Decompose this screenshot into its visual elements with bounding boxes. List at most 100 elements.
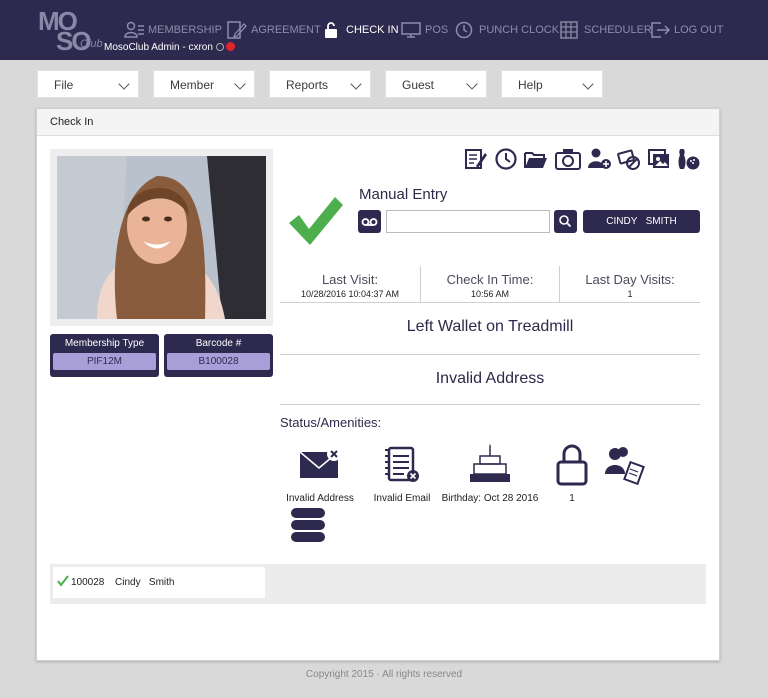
last-day-visits-value: 1 [627, 289, 633, 299]
manual-entry-input[interactable] [386, 210, 550, 233]
nav-membership[interactable]: MEMBERSHIP [124, 20, 222, 40]
menu-file-label: File [54, 78, 74, 92]
menu-reports-label: Reports [286, 78, 329, 92]
nav-membership-label: MEMBERSHIP [148, 24, 222, 36]
last-day-visits-stat: Last Day Visits: 1 [560, 266, 700, 302]
check-icon [57, 575, 69, 587]
member-photo-frame [50, 149, 273, 326]
barcode-scan-button[interactable] [358, 210, 381, 233]
menu-member[interactable]: Member [153, 70, 255, 98]
card-block-icon[interactable] [617, 147, 641, 171]
nav-pos[interactable]: POS [401, 20, 448, 40]
note-divider [280, 404, 700, 405]
pos-monitor-icon [401, 22, 421, 38]
menu-member-label: Member [170, 78, 215, 92]
history-row[interactable]: 100028 Cindy Smith [53, 567, 265, 598]
barcode-value: B100028 [167, 353, 270, 370]
panel-title: Check In [50, 116, 94, 128]
nav-scheduler-label: SCHEDULER [584, 24, 652, 36]
checkin-panel: Check In Membership Type PIF12M Barcode … [36, 108, 720, 661]
bowling-icon[interactable] [676, 147, 700, 171]
checkin-time-label: Check In Time: [446, 272, 534, 287]
last-visit-value: 10/28/2016 10:04:37 AM [300, 289, 400, 299]
member-note-1: Left Wallet on Treadmill [406, 318, 574, 335]
chevron-down-icon [118, 78, 130, 90]
calendar-grid-icon [560, 21, 578, 39]
menu-help[interactable]: Help [501, 70, 603, 98]
search-icon [559, 215, 572, 228]
note-divider [280, 354, 700, 355]
agreement-icon [227, 21, 247, 39]
user-options-icon[interactable] [215, 43, 224, 51]
amenity-locker[interactable]: 1 [547, 442, 597, 504]
copyright-footer: Copyright 2015 · All rights reserved [305, 669, 463, 680]
menu-reports[interactable]: Reports [269, 70, 371, 98]
top-navbar: MO SO Club MosoClub Admin - cxron MEMBER… [0, 0, 768, 60]
clock-icon[interactable] [494, 147, 518, 171]
member-name-button[interactable]: CINDY SMITH [583, 210, 700, 233]
folder-open-icon[interactable] [524, 147, 548, 171]
chevron-down-icon [582, 78, 594, 90]
nav-scheduler[interactable]: SCHEDULER [560, 20, 652, 40]
chevron-down-icon [466, 78, 478, 90]
member-photo-image [57, 156, 266, 319]
menu-file[interactable]: File [37, 70, 139, 98]
action-toolbar [464, 147, 704, 171]
chevron-down-icon [234, 78, 246, 90]
search-button[interactable] [554, 210, 577, 233]
admin-user-text: MosoClub Admin - cxron [104, 42, 213, 53]
logout-icon [651, 22, 670, 38]
menu-help-label: Help [518, 78, 543, 92]
membership-icon [124, 21, 144, 38]
chevron-down-icon [350, 78, 362, 90]
nav-agreement[interactable]: AGREEMENT [227, 20, 321, 40]
amenity-invalid-email[interactable]: Invalid Email [367, 442, 437, 504]
voicemail-icon [361, 218, 378, 226]
checkin-time-value: 10:56 AM [470, 289, 510, 299]
nav-punchclock-label: PUNCH CLOCK [479, 24, 560, 36]
barcode-box: Barcode # B100028 [164, 334, 273, 377]
barcode-label: Barcode # [195, 338, 242, 349]
panel-header: Check In [37, 109, 719, 136]
checkin-history-list: 100028 Cindy Smith [50, 564, 706, 604]
nav-pos-label: POS [425, 24, 449, 36]
lock-icon [556, 444, 588, 486]
visit-stats-row: Last Visit: 10/28/2016 10:04:37 AM Check… [280, 266, 700, 303]
last-day-visits-label: Last Day Visits: [585, 272, 675, 287]
nav-logout[interactable]: LOG OUT [650, 20, 724, 40]
menu-guest[interactable]: Guest [385, 70, 487, 98]
birthday-cake-icon [470, 444, 510, 482]
member-note-2: Invalid Address [435, 370, 545, 387]
amenity-invalid-address[interactable]: Invalid Address [285, 442, 355, 504]
menu-guest-label: Guest [402, 78, 435, 92]
status-red-dot-icon [225, 42, 235, 51]
member-clipboard-icon [605, 447, 645, 486]
amenity-label: Birthday: Oct 28 2016 [441, 493, 539, 504]
nav-punchclock[interactable]: PUNCH CLOCK [455, 20, 559, 40]
camera-icon[interactable] [555, 147, 581, 171]
history-barcode: 100028 [71, 577, 105, 588]
nav-checkin[interactable]: CHECK IN [322, 20, 399, 40]
history-name: Cindy Smith [115, 577, 175, 588]
notes-edit-icon[interactable] [464, 147, 488, 171]
amenity-towels[interactable] [281, 504, 337, 555]
last-visit-label: Last Visit: [321, 272, 379, 287]
photo-gallery-icon[interactable] [647, 147, 671, 171]
add-member-icon[interactable] [587, 147, 611, 171]
logo-club: Club [80, 38, 103, 50]
amenity-birthday[interactable]: Birthday: Oct 28 2016 [440, 442, 540, 504]
manual-entry-title: Manual Entry [359, 186, 448, 203]
membership-type-value: PIF12M [53, 353, 156, 370]
amenity-member-clipboard[interactable] [599, 442, 651, 493]
checkin-time-stat: Check In Time: 10:56 AM [420, 266, 560, 302]
last-visit-stat: Last Visit: 10/28/2016 10:04:37 AM [280, 266, 420, 302]
nav-agreement-label: AGREEMENT [251, 24, 321, 36]
towels-icon [291, 508, 325, 542]
status-amenities-label: Status/Amenities: [280, 415, 382, 430]
amenity-label: Invalid Email [373, 493, 431, 504]
lock-open-icon [325, 22, 337, 38]
notepad-x-icon [385, 446, 419, 482]
clock-icon [455, 21, 473, 39]
mosoclub-logo: MO SO Club [38, 6, 103, 56]
admin-user-label: MosoClub Admin - cxron [104, 42, 235, 53]
